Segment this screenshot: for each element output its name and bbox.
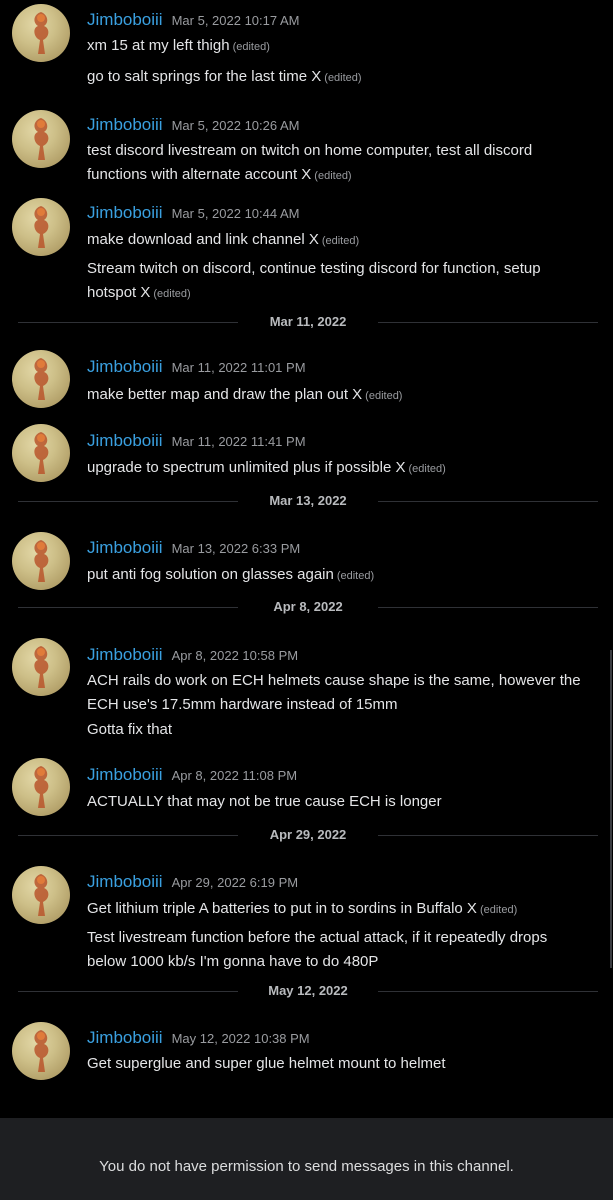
timestamp: Mar 11, 2022 11:01 PM bbox=[171, 360, 306, 375]
date-divider: Apr 8, 2022 bbox=[18, 598, 598, 618]
edited-tag: (edited) bbox=[336, 570, 375, 582]
timestamp: Mar 11, 2022 11:41 PM bbox=[171, 434, 306, 449]
avatar-image-icon bbox=[34, 12, 49, 54]
divider-line bbox=[378, 607, 598, 608]
avatar-image-icon bbox=[34, 766, 49, 808]
edited-tag: (edited) bbox=[479, 904, 518, 916]
avatar-image-icon bbox=[34, 540, 49, 582]
avatar[interactable] bbox=[12, 1022, 70, 1080]
message-text: Stream twitch on discord, continue testi… bbox=[87, 260, 541, 277]
no-permission-notice: You do not have permission to send messa… bbox=[99, 1158, 514, 1175]
avatar[interactable] bbox=[12, 758, 70, 816]
message-text: ACTUALLY that may not be true cause ECH … bbox=[87, 793, 442, 810]
edited-tag: (edited) bbox=[408, 463, 446, 475]
message-text: xm 15 at my left thigh (edited) bbox=[87, 37, 270, 54]
message-text: below 1000 kb/s I'm gonna have to do 480… bbox=[87, 953, 379, 970]
message-text: upgrade to spectrum unlimited plus if po… bbox=[87, 459, 446, 476]
timestamp: Apr 29, 2022 6:19 PM bbox=[171, 875, 299, 890]
avatar-image-icon bbox=[34, 1030, 49, 1072]
timestamp: Apr 8, 2022 10:58 PM bbox=[171, 648, 299, 663]
timestamp: Mar 5, 2022 10:17 AM bbox=[171, 13, 300, 28]
no-permission-bar: You do not have permission to send messa… bbox=[0, 1118, 613, 1200]
avatar-image-icon bbox=[34, 432, 49, 474]
username[interactable]: Jimboboiii bbox=[87, 1028, 163, 1047]
username[interactable]: Jimboboiii bbox=[87, 872, 163, 891]
avatar[interactable] bbox=[12, 424, 70, 482]
message-text: test discord livestream on twitch on hom… bbox=[87, 142, 533, 159]
username[interactable]: Jimboboiii bbox=[87, 10, 163, 29]
timestamp: May 12, 2022 10:38 PM bbox=[171, 1031, 310, 1046]
message-text: functions with alternate account X (edite… bbox=[87, 166, 352, 183]
timestamp: Mar 5, 2022 10:26 AM bbox=[171, 118, 300, 133]
avatar-image-icon bbox=[34, 646, 49, 688]
edited-tag: (edited) bbox=[232, 41, 270, 53]
date-divider: Apr 29, 2022 bbox=[18, 826, 598, 846]
edited-tag: (edited) bbox=[314, 170, 352, 182]
avatar-image-icon bbox=[34, 874, 49, 916]
username[interactable]: Jimboboiii bbox=[87, 765, 163, 784]
message-text: Gotta fix that bbox=[87, 721, 173, 738]
avatar[interactable] bbox=[12, 866, 70, 924]
username[interactable]: Jimboboiii bbox=[87, 203, 163, 222]
edited-tag: (edited) bbox=[324, 72, 362, 84]
timestamp: Apr 8, 2022 11:08 PM bbox=[171, 768, 298, 783]
username[interactable]: Jimboboiii bbox=[87, 357, 163, 376]
avatar-image-icon bbox=[34, 358, 49, 400]
divider-line bbox=[378, 991, 598, 992]
message-text: Get lithium triple A batteries to put in… bbox=[87, 900, 518, 917]
divider-line bbox=[378, 835, 598, 836]
timestamp: Mar 5, 2022 10:44 AM bbox=[171, 206, 300, 221]
message-text: make better map and draw the plan out X(… bbox=[87, 386, 403, 403]
avatar[interactable] bbox=[12, 350, 70, 408]
timestamp: Mar 13, 2022 6:33 PM bbox=[171, 541, 301, 556]
message-text: put anti fog solution on glasses again (e… bbox=[87, 566, 375, 583]
message-text: go to salt springs for the last time X (e… bbox=[87, 68, 362, 85]
scrollbar[interactable] bbox=[610, 650, 612, 968]
date-divider: Mar 13, 2022 bbox=[18, 492, 598, 512]
edited-tag: (edited) bbox=[321, 235, 360, 247]
avatar[interactable] bbox=[12, 638, 70, 696]
date-divider: Mar 11, 2022 bbox=[18, 313, 598, 333]
avatar-image-icon bbox=[34, 206, 49, 248]
divider-line bbox=[378, 322, 598, 323]
avatar[interactable] bbox=[12, 4, 70, 62]
username[interactable]: Jimboboiii bbox=[87, 538, 163, 557]
avatar-image-icon bbox=[34, 118, 49, 160]
message-text: Get superglue and super glue helmet moun… bbox=[87, 1055, 446, 1072]
edited-tag: (edited) bbox=[153, 288, 191, 300]
edited-tag: (edited) bbox=[365, 390, 403, 402]
message-text: hotspot X (edited) bbox=[87, 284, 191, 301]
message-text: Test livestream function before the actu… bbox=[87, 929, 548, 946]
message-text: make download and link channel X (edited) bbox=[87, 231, 360, 248]
divider-line bbox=[378, 501, 598, 502]
username[interactable]: Jimboboiii bbox=[87, 115, 163, 134]
avatar[interactable] bbox=[12, 110, 70, 168]
message-text: ECH use's 17.5mm hardware instead of 15m… bbox=[87, 696, 398, 713]
username[interactable]: Jimboboiii bbox=[87, 645, 163, 664]
date-divider: May 12, 2022 bbox=[18, 982, 598, 1002]
avatar[interactable] bbox=[12, 198, 70, 256]
message-feed[interactable]: Jimboboiii Mar 5, 2022 10:17 AM xm 15 at … bbox=[0, 0, 613, 1118]
message-text: ACH rails do work on ECH helmets cause s… bbox=[87, 672, 581, 689]
avatar[interactable] bbox=[12, 532, 70, 590]
username[interactable]: Jimboboiii bbox=[87, 431, 163, 450]
